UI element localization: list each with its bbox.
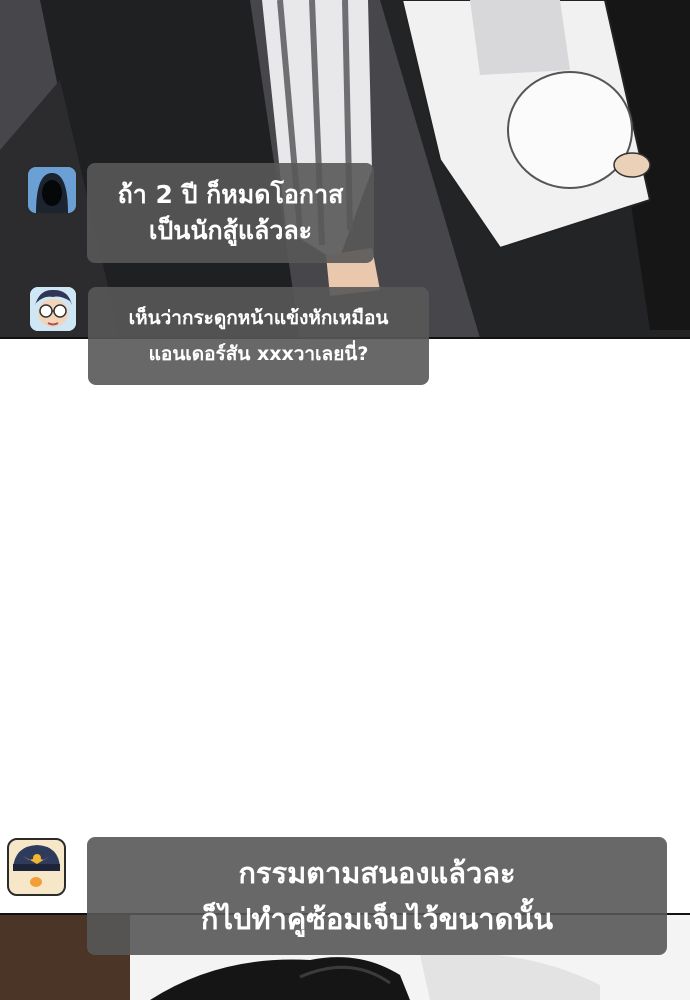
- comment-2-bubble: เห็นว่ากระดูกหน้าแข้งหักเหมือน แอนเดอร์ส…: [88, 287, 429, 385]
- comment-1-line-1: ถ้า 2 ปี ก็หมดโอกาส: [117, 180, 344, 209]
- comment-3-bubble: กรรมตามสนองแล้วละ ก็ไปทำคู่ซ้อมเจ็บไว้ขน…: [87, 837, 667, 955]
- comment-2-line-2: แอนเดอร์สัน xxxวาเลยนี่?: [148, 343, 369, 365]
- hooded-figure-avatar-icon: [28, 167, 76, 213]
- police-badge-avatar-icon: [9, 840, 64, 894]
- glasses-kid-avatar-icon: [30, 287, 76, 331]
- comment-1-avatar[interactable]: [26, 165, 78, 215]
- comment-3-line-2: ก็ไปทำคู่ซ้อมเจ็บไว้ขนาดนั้น: [200, 902, 554, 936]
- comment-1-line-2: เป็นนักสู้แล้วละ: [148, 216, 313, 245]
- comment-2-line-1: เห็นว่ากระดูกหน้าแข้งหักเหมือน: [128, 307, 389, 329]
- comment-1-bubble: ถ้า 2 ปี ก็หมดโอกาส เป็นนักสู้แล้วละ: [87, 163, 374, 263]
- comment-3-line-1: กรรมตามสนองแล้วละ: [238, 856, 516, 890]
- comment-3-avatar[interactable]: [7, 838, 66, 896]
- comment-2-avatar[interactable]: [28, 285, 78, 333]
